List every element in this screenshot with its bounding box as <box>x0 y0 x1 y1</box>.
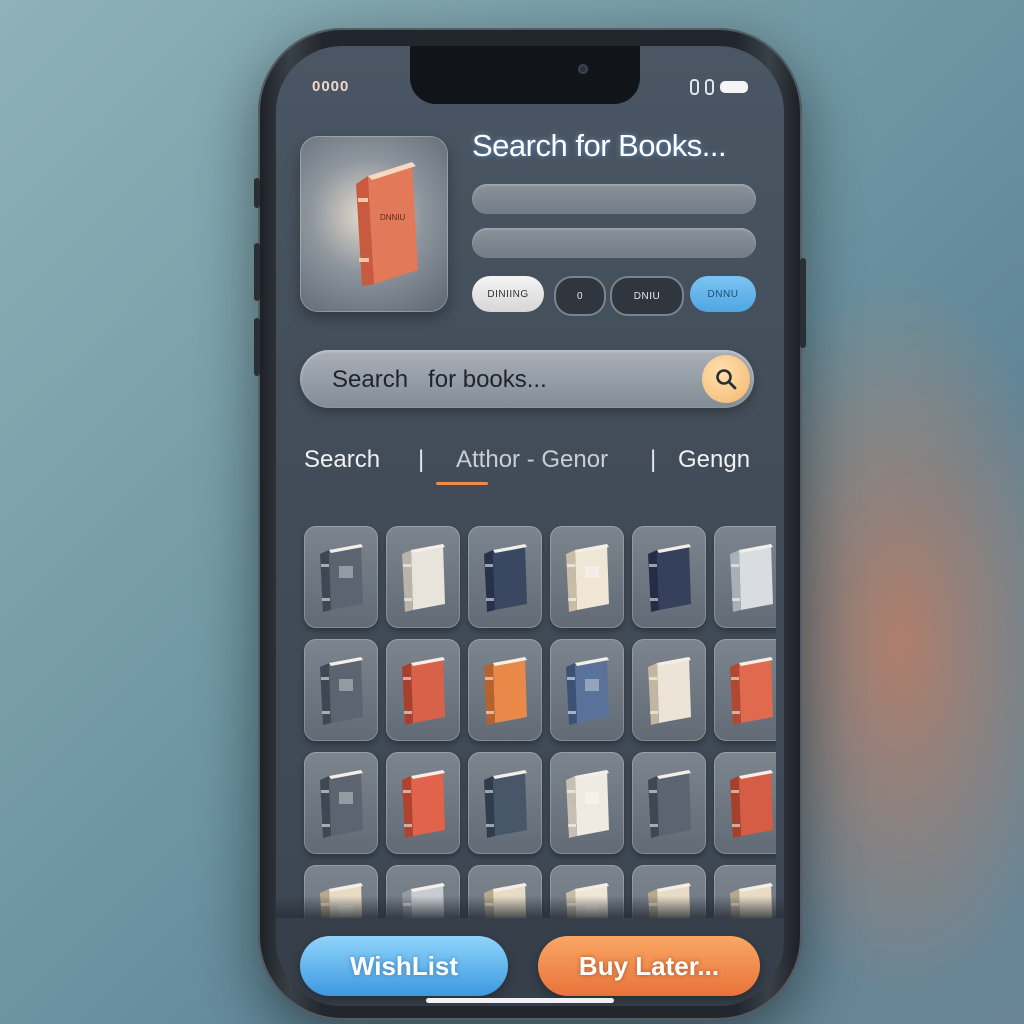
book-tile[interactable] <box>550 639 624 741</box>
tab-author-genre[interactable]: Atthor - Genor <box>456 446 608 474</box>
volume-down-button <box>254 318 260 376</box>
book-icon <box>402 544 445 612</box>
book-tile[interactable] <box>550 752 624 854</box>
camera-icon <box>578 64 588 74</box>
book-tile[interactable] <box>632 639 706 741</box>
phone-frame: 0000 DNNIU Search for Books... DINIING 0… <box>254 28 806 1020</box>
book-icon <box>320 544 363 612</box>
active-tab-indicator <box>436 482 488 485</box>
book-icon <box>566 770 609 838</box>
book-icon <box>648 657 691 725</box>
book-icon <box>730 770 773 838</box>
book-tile[interactable] <box>386 526 460 628</box>
book-icon <box>566 544 609 612</box>
filter-chip-2[interactable]: 0 <box>554 276 606 316</box>
tab-separator: | <box>418 446 425 473</box>
mute-switch <box>254 178 260 208</box>
battery-icon <box>720 81 748 93</box>
search-tabs: Search | Atthor - Genor | Gengn <box>304 446 758 486</box>
search-button[interactable] <box>702 355 750 403</box>
book-tile[interactable] <box>632 752 706 854</box>
filter-chip-1[interactable]: DINIING <box>472 276 544 312</box>
book-icon <box>402 657 445 725</box>
book-tile[interactable] <box>714 752 776 854</box>
status-time: 0000 <box>312 78 350 95</box>
book-icon <box>484 770 527 838</box>
book-tile[interactable] <box>386 752 460 854</box>
app-screen: 0000 DNNIU Search for Books... DINIING 0… <box>276 46 784 1006</box>
book-tile[interactable] <box>714 639 776 741</box>
book-icon <box>648 544 691 612</box>
book-tile[interactable] <box>304 752 378 854</box>
featured-book-card[interactable]: DNNIU <box>300 136 448 312</box>
book-icon <box>320 657 363 725</box>
notch <box>410 46 640 104</box>
tab-search[interactable]: Search <box>304 446 380 474</box>
power-button <box>800 258 806 348</box>
book-tile[interactable] <box>304 526 378 628</box>
book-tile[interactable] <box>468 639 542 741</box>
book-grid <box>284 508 776 918</box>
signal-icon <box>690 79 699 95</box>
book-tile[interactable] <box>468 526 542 628</box>
cover-label: DNNIU <box>380 213 406 222</box>
wishlist-button[interactable]: WishList <box>300 936 508 996</box>
tab-separator: | <box>650 446 657 473</box>
title-field[interactable] <box>472 184 756 214</box>
author-field[interactable] <box>472 228 756 258</box>
buy-later-button[interactable]: Buy Later... <box>538 936 760 996</box>
book-tile[interactable] <box>550 526 624 628</box>
grid-fade <box>276 896 784 920</box>
book-icon: DNNIU <box>356 162 418 286</box>
book-icon <box>484 657 527 725</box>
page-title: Search for Books... <box>472 128 727 163</box>
book-icon <box>730 544 773 612</box>
tab-genre[interactable]: Gengn <box>678 446 750 474</box>
search-input[interactable] <box>330 362 694 398</box>
search-icon <box>716 369 737 390</box>
book-tile[interactable] <box>386 639 460 741</box>
book-tile[interactable] <box>714 526 776 628</box>
book-icon <box>648 770 691 838</box>
volume-up-button <box>254 243 260 301</box>
book-tile[interactable] <box>632 526 706 628</box>
search-bar <box>300 350 754 408</box>
book-icon <box>402 770 445 838</box>
book-tile[interactable] <box>304 639 378 741</box>
book-icon <box>320 770 363 838</box>
book-icon <box>566 657 609 725</box>
filter-chip-3[interactable]: DNIU <box>610 276 684 316</box>
filter-chip-4[interactable]: DNNU <box>690 276 756 312</box>
home-indicator[interactable] <box>426 998 614 1003</box>
status-icons <box>690 79 748 95</box>
book-icon <box>484 544 527 612</box>
book-icon <box>730 657 773 725</box>
book-tile[interactable] <box>468 752 542 854</box>
wifi-icon <box>705 79 714 95</box>
